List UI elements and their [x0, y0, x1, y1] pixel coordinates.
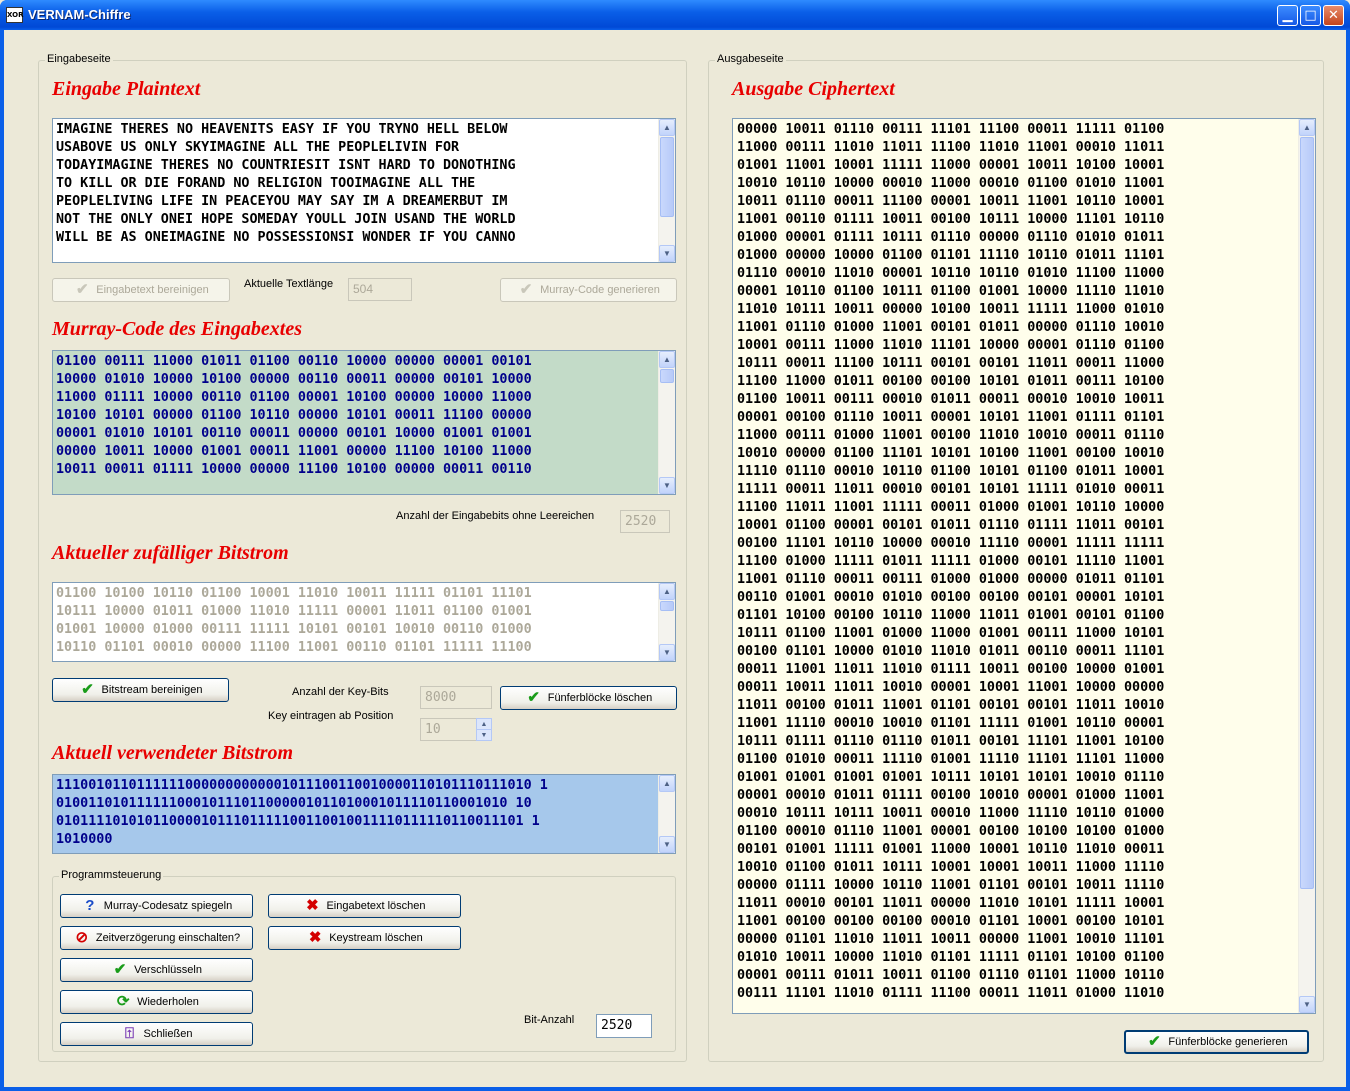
checkmark-icon: ✔ [527, 689, 540, 706]
text-length-label: Aktuelle Textlänge [244, 278, 334, 290]
ciphertext-scrollbar[interactable]: ▲ ▼ [1298, 119, 1315, 1013]
random-bitstream-content: 01100 10100 10110 01100 10001 11010 1001… [56, 586, 532, 655]
scroll-down-arrow-icon[interactable]: ▼ [659, 644, 675, 661]
checkmark-icon: ✔ [519, 281, 533, 298]
close-button[interactable]: ⍐ Schließen [60, 1022, 253, 1046]
used-bitstream-textarea[interactable]: 1110010110111111000000000000101110011001… [52, 774, 676, 854]
no-entry-icon: ⊘ [75, 929, 89, 946]
encrypt-button[interactable]: ✔ Verschlüsseln [60, 958, 253, 982]
random-bitstream-scrollbar[interactable]: ▲ ▼ [658, 583, 675, 661]
scroll-up-arrow-icon[interactable]: ▲ [659, 583, 675, 600]
ciphertext-content: 00000 10011 01110 00111 11101 11100 0001… [737, 122, 1165, 1001]
minimize-button[interactable]: ▁ [1277, 5, 1298, 26]
refresh-icon: ⟳ [116, 993, 130, 1010]
key-position-spinner[interactable]: ▲ ▼ [476, 718, 492, 741]
output-side-label: Ausgabeseite [715, 53, 786, 65]
scroll-thumb[interactable] [660, 601, 674, 611]
delete-blocks-button[interactable]: ✔ Fünferblöcke löschen [500, 686, 677, 710]
key-position-label: Key eintragen ab Position [268, 710, 394, 722]
window-bottom-edge [0, 1087, 1350, 1091]
murray-code-textarea[interactable]: 01100 00111 11000 01011 01100 00110 1000… [52, 350, 676, 495]
scroll-thumb[interactable] [660, 137, 674, 217]
bit-count-label: Bit-Anzahl [524, 1014, 575, 1026]
scroll-down-arrow-icon[interactable]: ▼ [659, 836, 675, 853]
input-bits-field: 2520 [620, 510, 670, 533]
murray-scrollbar[interactable]: ▲ ▼ [658, 351, 675, 494]
used-bitstream-heading: Aktuell verwendeter Bitstrom [52, 742, 294, 764]
window-title: VERNAM-Chiffre [28, 7, 131, 22]
murray-generate-button[interactable]: ✔ Murray-Code generieren [500, 278, 677, 302]
input-side-label: Eingabeseite [45, 53, 113, 65]
delete-x-icon: ✖ [308, 929, 322, 946]
ciphertext-textarea[interactable]: 00000 10011 01110 00111 11101 11100 0001… [732, 118, 1316, 1014]
checkmark-icon: ✔ [1148, 1033, 1161, 1050]
delete-x-icon: ✖ [306, 897, 319, 914]
scroll-down-arrow-icon[interactable]: ▼ [659, 245, 675, 262]
delay-toggle-button[interactable]: ⊘ Zeitverzögerung einschalten? [60, 926, 253, 950]
murray-code-content: 01100 00111 11000 01011 01100 00110 1000… [56, 354, 532, 477]
client-area: Eingabeseite Eingabe Plaintext IMAGINE T… [4, 30, 1346, 1087]
checkmark-icon: ✔ [75, 281, 89, 298]
delete-input-button[interactable]: ✖ Eingabetext löschen [268, 894, 461, 918]
scroll-down-arrow-icon[interactable]: ▼ [659, 477, 675, 494]
bit-count-field[interactable]: 2520 [596, 1014, 652, 1038]
scroll-thumb[interactable] [1300, 137, 1314, 889]
plaintext-content: IMAGINE THERES NO HEAVENITS EASY IF YOU … [56, 122, 516, 245]
plaintext-scrollbar[interactable]: ▲ ▼ [658, 119, 675, 262]
program-control-label: Programmsteuerung [59, 869, 164, 881]
scroll-thumb[interactable] [660, 369, 674, 383]
scroll-up-arrow-icon[interactable]: ▲ [659, 119, 675, 136]
clean-input-button[interactable]: ✔ Eingabetext bereinigen [52, 278, 230, 302]
scroll-up-arrow-icon[interactable]: ▲ [1299, 119, 1315, 136]
key-position-field[interactable]: 10 [420, 718, 478, 741]
key-bits-field: 8000 [420, 686, 492, 709]
bitstream-clean-button[interactable]: ✔ Bitstream bereinigen [52, 678, 229, 702]
close-window-button[interactable]: ✕ [1323, 5, 1344, 26]
used-bitstream-content: 1110010110111111000000000000101110011001… [56, 778, 548, 847]
checkmark-icon: ✔ [81, 681, 94, 698]
generate-blocks-button[interactable]: ✔ Fünferblöcke generieren [1124, 1030, 1309, 1054]
scroll-up-arrow-icon[interactable]: ▲ [659, 775, 675, 792]
checkmark-icon: ✔ [113, 961, 127, 978]
mirror-codeset-button[interactable]: ? Murray-Codesatz spiegeln [60, 894, 253, 918]
scroll-up-arrow-icon[interactable]: ▲ [659, 351, 675, 368]
exit-door-icon: ⍐ [125, 1025, 135, 1042]
app-window: XOR VERNAM-Chiffre ▁ □ ✕ Eingabeseite Ei… [0, 0, 1350, 1091]
maximize-button[interactable]: □ [1300, 5, 1321, 26]
spin-up-icon[interactable]: ▲ [477, 719, 491, 730]
input-bits-label: Anzahl der Eingabebits ohne Leereichen [396, 510, 595, 522]
plaintext-heading: Eingabe Plaintext [52, 78, 201, 100]
question-icon: ? [85, 897, 95, 914]
used-bitstream-scrollbar[interactable]: ▲ ▼ [658, 775, 675, 853]
delete-keystream-button[interactable]: ✖ Keystream löschen [268, 926, 461, 950]
xor-app-icon: XOR [6, 7, 24, 23]
random-bitstream-textarea[interactable]: 01100 10100 10110 01100 10001 11010 1001… [52, 582, 676, 662]
title-bar[interactable]: XOR VERNAM-Chiffre ▁ □ ✕ [0, 0, 1350, 30]
plaintext-textarea[interactable]: IMAGINE THERES NO HEAVENITS EASY IF YOU … [52, 118, 676, 263]
scroll-down-arrow-icon[interactable]: ▼ [1299, 996, 1315, 1013]
repeat-button[interactable]: ⟳ Wiederholen [60, 990, 253, 1014]
ciphertext-heading: Ausgabe Ciphertext [732, 78, 895, 100]
murray-heading: Murray-Code des Eingabextes [52, 318, 302, 340]
key-bits-label: Anzahl der Key-Bits [292, 686, 389, 698]
random-bitstream-heading: Aktueller zufälliger Bitstrom [52, 542, 289, 564]
text-length-field: 504 [348, 278, 412, 301]
spin-down-icon[interactable]: ▼ [477, 730, 491, 741]
